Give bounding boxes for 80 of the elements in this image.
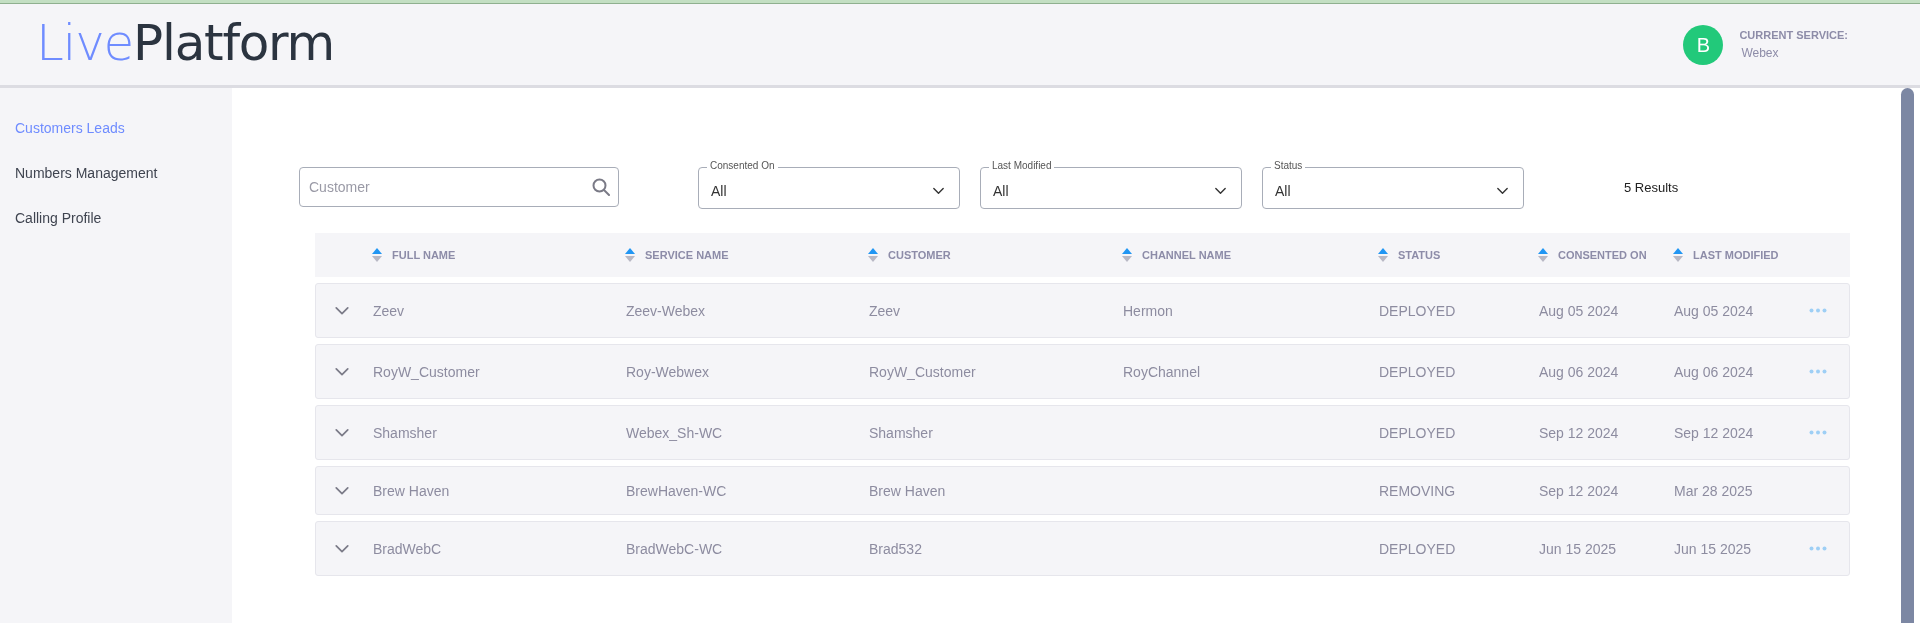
- table-cell: Brad532: [869, 540, 922, 557]
- more-options-icon[interactable]: [1809, 308, 1827, 313]
- sort-icon[interactable]: [1122, 248, 1132, 262]
- column-header[interactable]: CONSENTED ON: [1558, 246, 1647, 264]
- dropdown-label: Status: [1271, 160, 1306, 172]
- table-cell: DEPLOYED: [1379, 540, 1456, 557]
- chevron-down-icon: [932, 187, 945, 195]
- logo[interactable]: LivePlatform: [36, 17, 334, 72]
- table-cell: RoyW_Customer: [869, 363, 976, 380]
- search-icon[interactable]: [592, 178, 610, 196]
- more-options-icon[interactable]: [1809, 430, 1827, 435]
- table-row[interactable]: BradWebC BradWebC-WC Brad532 DEPLOYED Jun 15 2025 Jun 15 2025: [315, 521, 1850, 576]
- table-cell: REMOVING: [1379, 482, 1456, 499]
- table-cell: RoyW_Customer: [373, 363, 480, 380]
- column-header[interactable]: SERVICE NAME: [645, 246, 729, 264]
- sort-icon[interactable]: [372, 248, 382, 262]
- dropdown-value: All: [993, 181, 1009, 201]
- avatar[interactable]: B: [1683, 24, 1724, 65]
- table-cell: BrewHaven-WC: [626, 482, 727, 499]
- table-cell: BradWebC: [373, 540, 442, 557]
- dropdown-label: Consented On: [707, 160, 778, 172]
- sort-icon[interactable]: [1378, 248, 1388, 262]
- table-cell: Zeev: [373, 302, 405, 319]
- table-cell: Sep 12 2024: [1674, 424, 1754, 441]
- table-cell: Shamsher: [869, 424, 933, 441]
- table-cell: Aug 05 2024: [1674, 302, 1754, 319]
- table-cell: Brew Haven: [373, 482, 450, 499]
- table-cell: Aug 06 2024: [1674, 363, 1754, 380]
- column-header[interactable]: STATUS: [1398, 246, 1441, 264]
- table-cell: Zeev: [869, 302, 901, 319]
- expand-chevron-icon[interactable]: [334, 485, 350, 496]
- sidebar-item[interactable]: Customers Leads: [0, 106, 232, 151]
- expand-chevron-icon[interactable]: [334, 305, 350, 316]
- sort-icon[interactable]: [868, 248, 878, 262]
- table-cell: DEPLOYED: [1379, 363, 1456, 380]
- table-cell: Roy-Webwex: [626, 363, 709, 380]
- scrollbar-thumb[interactable]: [1901, 88, 1914, 623]
- table-cell: Jun 15 2025: [1674, 540, 1752, 557]
- table-row[interactable]: Brew Haven BrewHaven-WC Brew Haven REMOVING Sep 12 2024 Mar 28 2025: [315, 466, 1850, 515]
- current-service-label: CURRENT SERVICE:: [1739, 28, 1848, 44]
- chevron-down-icon: [1214, 187, 1227, 195]
- column-header[interactable]: CUSTOMER: [888, 246, 951, 264]
- table-cell: Mar 28 2025: [1674, 482, 1753, 499]
- results-count: 5 Results: [1624, 178, 1679, 197]
- expand-chevron-icon[interactable]: [334, 427, 350, 438]
- table-cell: DEPLOYED: [1379, 302, 1456, 319]
- more-options-icon[interactable]: [1809, 369, 1827, 374]
- table-cell: BradWebC-WC: [626, 540, 723, 557]
- dropdown-value: All: [711, 181, 727, 201]
- table-row[interactable]: Shamsher Webex_Sh-WC Shamsher DEPLOYED Sep 12 2024 Sep 12 2024: [315, 405, 1850, 460]
- table-cell: Sep 12 2024: [1539, 424, 1619, 441]
- sidebar-item[interactable]: Calling Profile: [0, 196, 232, 241]
- table-cell: RoyChannel: [1123, 363, 1201, 380]
- more-options-icon[interactable]: [1809, 546, 1827, 551]
- expand-chevron-icon[interactable]: [334, 543, 350, 554]
- current-service-value: Webex: [1741, 44, 1780, 62]
- column-header[interactable]: FULL NAME: [392, 246, 456, 264]
- table-cell: Aug 05 2024: [1539, 302, 1619, 319]
- sidebar-item[interactable]: Numbers Management: [0, 151, 232, 196]
- table-row[interactable]: Zeev Zeev-Webex Zeev Hermon DEPLOYED Aug 05 2024 Aug 05 2024: [315, 283, 1850, 338]
- sort-icon[interactable]: [1673, 248, 1683, 262]
- search-field[interactable]: Customer: [299, 167, 619, 207]
- sort-icon[interactable]: [1538, 248, 1548, 262]
- dropdown-value: All: [1275, 181, 1291, 201]
- table-cell: Sep 12 2024: [1539, 482, 1619, 499]
- table-cell: Webex_Sh-WC: [626, 424, 723, 441]
- table-cell: Brew Haven: [869, 482, 946, 499]
- table-cell: Jun 15 2025: [1539, 540, 1617, 557]
- column-header[interactable]: CHANNEL NAME: [1142, 246, 1232, 264]
- column-header[interactable]: LAST MODIFIED: [1693, 246, 1779, 264]
- table-cell: Hermon: [1123, 302, 1173, 319]
- table-cell: Shamsher: [373, 424, 437, 441]
- table-row[interactable]: RoyW_Customer Roy-Webwex RoyW_Customer RoyChannel DEPLOYED Aug 06 2024 Aug 06 2024: [315, 344, 1850, 399]
- table-cell: Aug 06 2024: [1539, 363, 1619, 380]
- table-cell: Zeev-Webex: [626, 302, 706, 319]
- expand-chevron-icon[interactable]: [334, 366, 350, 377]
- table-cell: DEPLOYED: [1379, 424, 1456, 441]
- chevron-down-icon: [1496, 187, 1509, 195]
- sort-icon[interactable]: [625, 248, 635, 262]
- dropdown-label: Last Modified: [989, 160, 1055, 172]
